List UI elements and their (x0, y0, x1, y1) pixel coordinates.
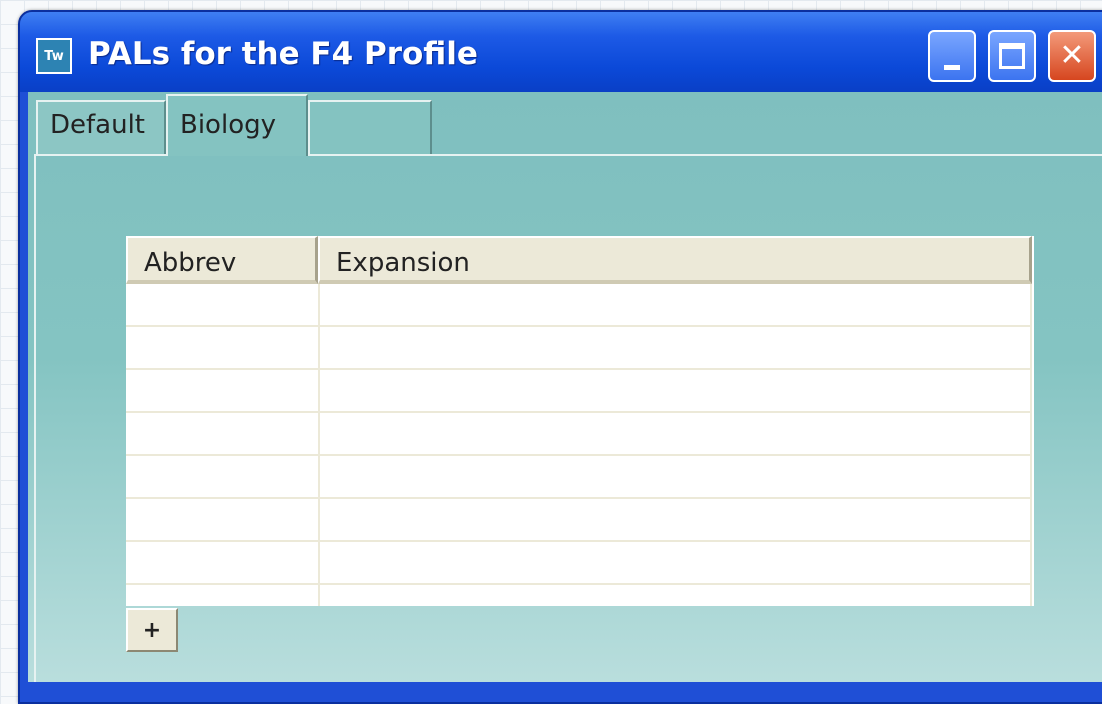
table-row[interactable] (126, 284, 1032, 327)
abbrev-cell[interactable] (126, 327, 320, 370)
minimize-icon (944, 64, 960, 70)
abbrev-cell[interactable] (126, 413, 320, 456)
app-icon[interactable]: Tw (36, 38, 72, 74)
expansion-cell[interactable] (320, 456, 1032, 499)
pal-grid: Abbrev Expansion (126, 236, 1034, 606)
maximize-button[interactable] (988, 30, 1036, 82)
column-header-expansion[interactable]: Expansion (318, 236, 1032, 284)
table-row[interactable] (126, 456, 1032, 499)
title-bar[interactable]: Tw PALs for the F4 Profile ✕ (20, 12, 1102, 92)
tab-default[interactable]: Default (36, 100, 166, 154)
abbrev-cell[interactable] (126, 499, 320, 542)
add-row-button[interactable]: + (126, 608, 178, 652)
grid-header: Abbrev Expansion (126, 236, 1032, 284)
pals-window: Tw PALs for the F4 Profile ✕ Default Bio… (18, 10, 1102, 704)
expansion-cell[interactable] (320, 542, 1032, 585)
expansion-cell[interactable] (320, 370, 1032, 413)
close-button[interactable]: ✕ (1048, 30, 1096, 82)
window-title: PALs for the F4 Profile (88, 36, 478, 72)
abbrev-cell[interactable] (126, 370, 320, 413)
abbrev-cell[interactable] (126, 542, 320, 585)
abbrev-cell[interactable] (126, 585, 320, 606)
table-row[interactable] (126, 499, 1032, 542)
minimize-button[interactable] (928, 30, 976, 82)
expansion-cell[interactable] (320, 327, 1032, 370)
grid-body (126, 284, 1032, 606)
abbrev-cell[interactable] (126, 284, 320, 327)
expansion-cell[interactable] (320, 413, 1032, 456)
table-row[interactable] (126, 413, 1032, 456)
abbrev-cell[interactable] (126, 456, 320, 499)
maximize-icon (999, 43, 1025, 69)
expansion-cell[interactable] (320, 585, 1032, 606)
tab-blank[interactable] (308, 100, 432, 154)
client-area: Default Biology Abbrev Expansion + (28, 92, 1102, 682)
tab-biology[interactable]: Biology (166, 94, 308, 156)
table-row[interactable] (126, 370, 1032, 413)
table-row[interactable] (126, 585, 1032, 606)
close-icon: ✕ (1059, 38, 1085, 73)
table-row[interactable] (126, 327, 1032, 370)
expansion-cell[interactable] (320, 499, 1032, 542)
expansion-cell[interactable] (320, 284, 1032, 327)
column-header-abbrev[interactable]: Abbrev (126, 236, 318, 284)
table-row[interactable] (126, 542, 1032, 585)
